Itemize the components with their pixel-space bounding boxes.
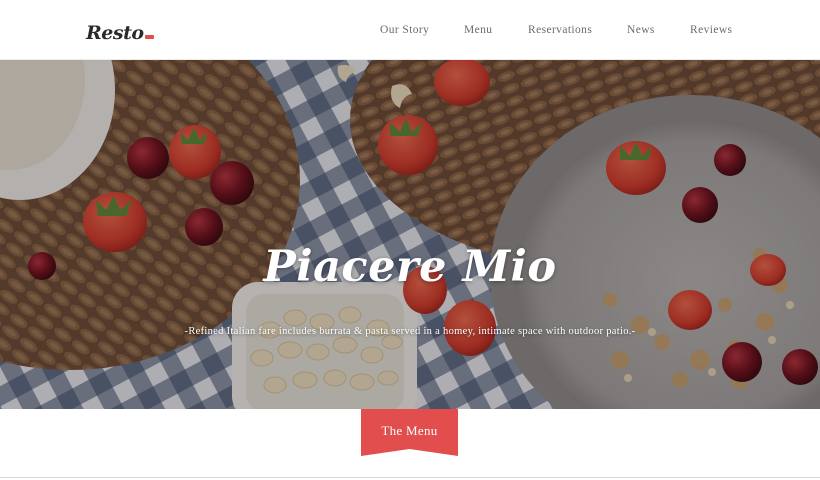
nav-item-menu[interactable]: Menu: [464, 24, 492, 36]
the-menu-tab[interactable]: The Menu: [361, 409, 458, 456]
main-nav: Our Story Menu Reservations News Reviews: [0, 24, 820, 38]
hero-subtitle: -Refined Italian fare includes burrata &…: [184, 326, 636, 337]
nav-item-reservations[interactable]: Reservations: [528, 24, 592, 36]
site-header: Resto Our Story Menu Reservations News R…: [0, 0, 820, 60]
hero-title: Piacere Mio: [263, 242, 557, 292]
nav-item-our-story[interactable]: Our Story: [380, 24, 429, 36]
hero-banner: Piacere Mio -Refined Italian fare includ…: [0, 60, 820, 409]
menu-tab-label: The Menu: [381, 423, 438, 438]
hero-dark-overlay: [0, 60, 820, 409]
nav-item-reviews[interactable]: Reviews: [690, 24, 732, 36]
nav-item-news[interactable]: News: [627, 24, 655, 36]
section-divider: [0, 477, 820, 478]
